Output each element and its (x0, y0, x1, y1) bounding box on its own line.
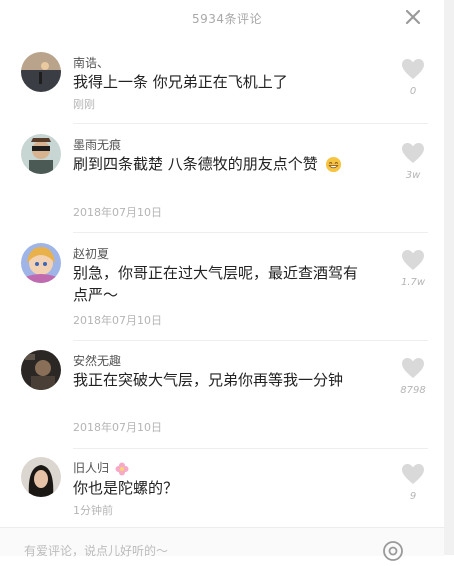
avatar[interactable] (21, 457, 61, 497)
like-count: 8798 (400, 385, 426, 396)
like-button[interactable]: 3w (396, 142, 430, 181)
comment-text: 别急，你哥正在过大气层呢，最近查酒驾有点严～ (73, 264, 359, 304)
comment-time: 2018年07月10日 (73, 314, 162, 327)
comment-text: 你也是陀螺的？ (73, 479, 179, 497)
at-icon (383, 541, 403, 561)
comment-item: 赵初夏 别急，你哥正在过大气层呢，最近查酒驾有点严～ 2018年07月10日 1… (0, 233, 444, 341)
heart-icon (402, 358, 424, 378)
comment-time: 2018年07月10日 (73, 421, 162, 434)
heart-icon (402, 143, 424, 163)
comment-item: 南诰、 我得上一条 你兄弟正在飞机上了 刚刚 0 (0, 44, 444, 124)
comment-text: 我正在突破大气层，兄弟你再等我一分钟 (73, 371, 344, 389)
avatar[interactable] (21, 134, 61, 174)
comment-count-title: 5934条评论 (191, 11, 263, 26)
heart-icon (402, 59, 424, 79)
page-edge (444, 0, 454, 555)
comment-input-placeholder[interactable]: 有爱评论，说点儿好听的～ (24, 542, 168, 559)
comment-composer[interactable]: 有爱评论，说点儿好听的～ (0, 527, 444, 561)
mention-button[interactable] (382, 540, 404, 562)
comment-author-name: 旧人归 (73, 461, 110, 475)
comment-text: 刷到四条截楚 八条德牧的朋友点个赞 (73, 153, 373, 175)
comment-item: 安然无趣 我正在突破大气层，兄弟你再等我一分钟 2018年07月10日 8798 (0, 341, 444, 449)
grin-emoji-icon (325, 156, 341, 173)
close-button[interactable] (402, 6, 424, 28)
heart-icon (402, 464, 424, 484)
comment-author[interactable]: 墨雨无痕 (73, 136, 121, 153)
heart-icon (402, 250, 424, 270)
comment-time: 刚刚 (73, 98, 95, 111)
like-button[interactable]: 8798 (396, 357, 430, 396)
comment-item: 墨雨无痕 刷到四条截楚 八条德牧的朋友点个赞 2018年07月10日 3w (0, 124, 444, 234)
like-button[interactable]: 1.7w (396, 249, 430, 288)
comment-author[interactable]: 南诰、 (73, 54, 109, 71)
like-count: 0 (409, 86, 417, 97)
avatar[interactable] (21, 243, 61, 283)
like-count: 3w (405, 170, 421, 181)
comment-time: 1分钟前 (73, 504, 113, 517)
close-icon (405, 9, 421, 25)
comment-text: 我得上一条 你兄弟正在飞机上了 (73, 73, 288, 91)
like-button[interactable]: 9 (396, 463, 430, 502)
comment-item: 旧人归 你也是陀螺的？ 1分钟前 9 (0, 449, 444, 527)
like-count: 1.7w (400, 277, 426, 288)
comment-author[interactable]: 安然无趣 (73, 352, 121, 369)
comment-author[interactable]: 赵初夏 (73, 245, 109, 262)
like-count: 9 (409, 491, 417, 502)
avatar[interactable] (21, 350, 61, 390)
comment-text-body: 刷到四条截楚 八条德牧的朋友点个赞 (73, 155, 318, 173)
comments-header: 5934条评论 (0, 0, 454, 36)
flower-emoji-icon (115, 462, 129, 475)
like-button[interactable]: 0 (396, 58, 430, 97)
comment-author[interactable]: 旧人归 (73, 459, 129, 476)
avatar[interactable] (21, 52, 61, 92)
comment-time: 2018年07月10日 (73, 206, 162, 219)
